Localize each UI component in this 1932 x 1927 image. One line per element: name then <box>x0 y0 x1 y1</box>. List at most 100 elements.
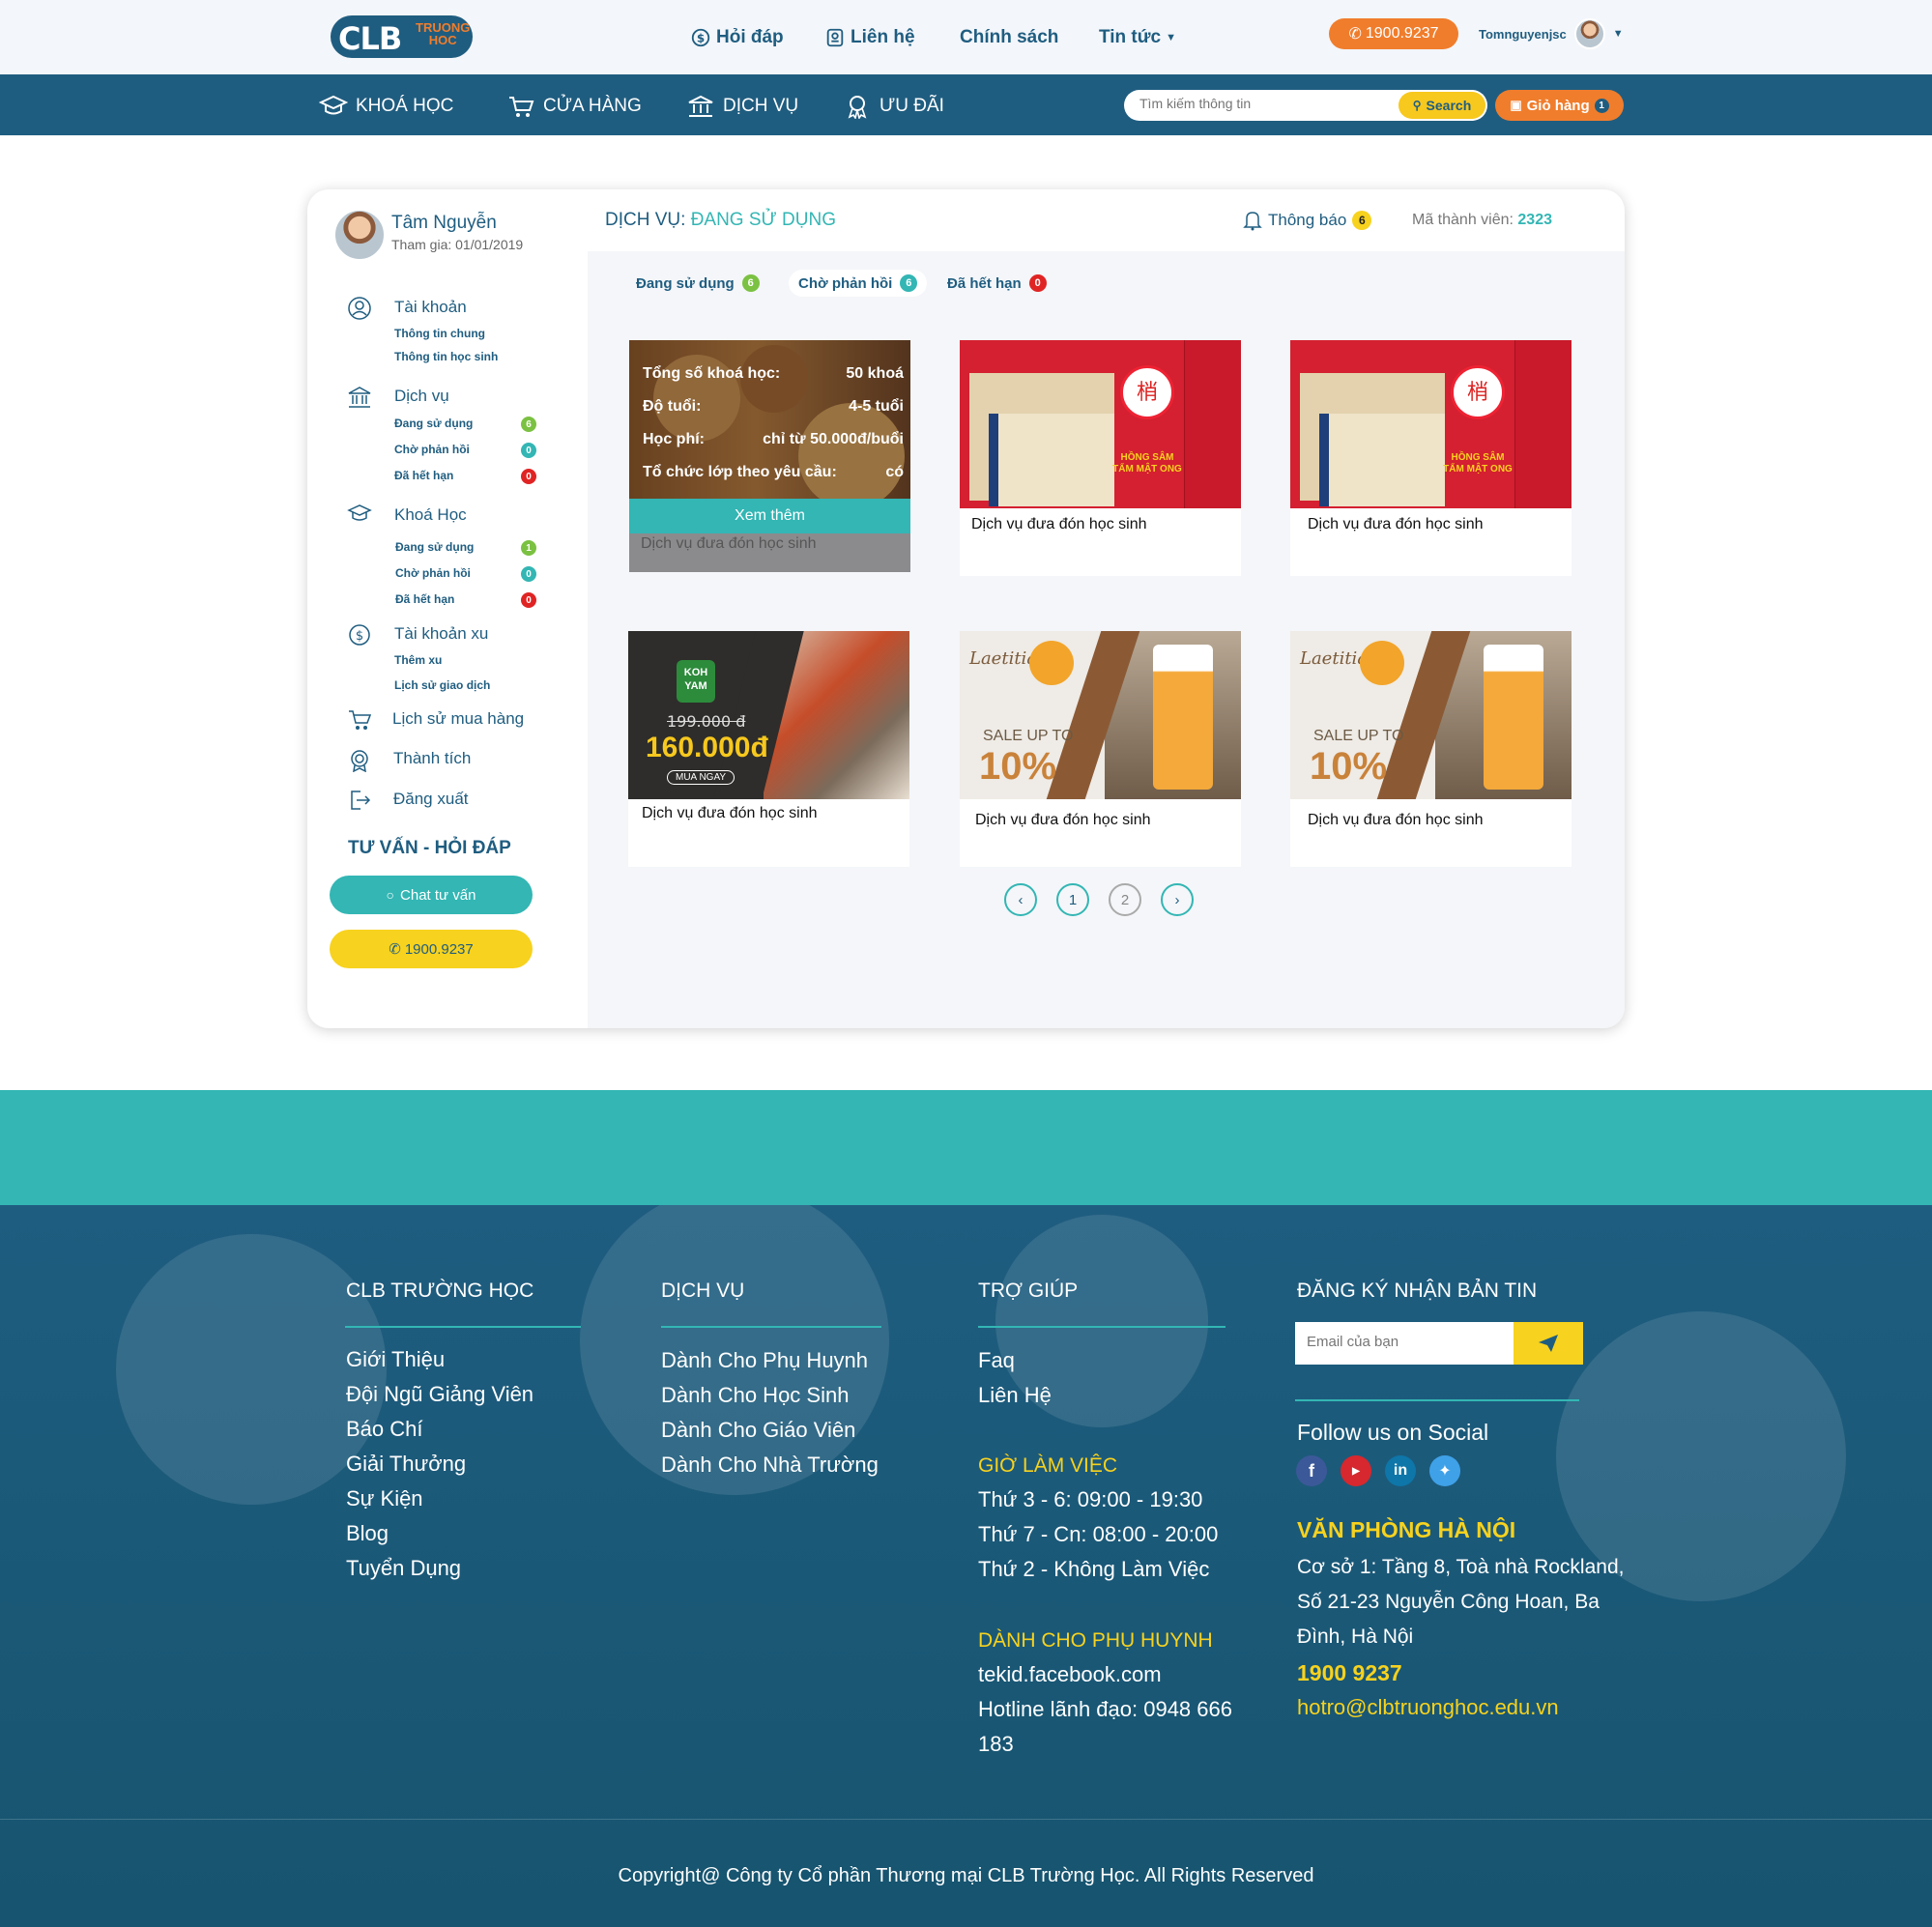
sidebar-services-active[interactable]: Đang sử dụng <box>394 417 473 430</box>
sidebar-courses-pending[interactable]: Chờ phản hồi <box>395 566 471 580</box>
facebook-icon[interactable]: f <box>1296 1455 1327 1486</box>
nav-policy[interactable]: Chính sách <box>960 25 1058 50</box>
chat-icon: ○ <box>386 887 395 903</box>
search-icon: ⚲ <box>1412 99 1422 112</box>
tab-pending[interactable]: Chờ phản hồi 6 <box>789 270 928 297</box>
sidebar-services-pending[interactable]: Chờ phản hồi <box>394 443 470 456</box>
chevron-right-icon: › <box>1174 891 1180 908</box>
footer-link[interactable]: Dành Cho Phụ Huynh <box>661 1343 868 1378</box>
footer-link[interactable]: Giới Thiệu <box>346 1342 445 1377</box>
sidebar-purchase-history[interactable]: Lịch sử mua hàng <box>392 709 524 729</box>
nav-courses[interactable]: KHOÁ HỌC <box>319 94 453 119</box>
user-menu[interactable]: Tomnguyenjsc ▼ <box>1479 18 1624 49</box>
cart-count-badge: 1 <box>1594 98 1609 113</box>
sidebar-account[interactable]: Tài khoản <box>394 298 467 317</box>
phone-icon: ✆ <box>1348 26 1362 43</box>
sidebar-transactions[interactable]: Lịch sử giao dịch <box>394 678 490 692</box>
notifications[interactable]: Thông báo 6 <box>1243 210 1372 231</box>
sidebar-services[interactable]: Dịch vụ <box>394 387 449 406</box>
footer-link[interactable]: Tuyển Dụng <box>346 1551 461 1586</box>
logout-icon <box>351 791 371 810</box>
footer-col1-title: CLB TRƯỜNG HỌC <box>346 1280 534 1302</box>
footer-link[interactable]: Liên Hệ <box>978 1378 1052 1413</box>
sidebar-general-info[interactable]: Thông tin chung <box>394 327 485 340</box>
sidebar-student-info[interactable]: Thông tin học sinh <box>394 350 498 363</box>
product-card[interactable]: 梢 HỒNG SÂM TẨM MẬT ONG Dịch vụ đưa đón h… <box>960 340 1241 576</box>
nav-contact[interactable]: Liên hệ <box>824 25 915 50</box>
sidebar-courses-expired[interactable]: Đã hết hạn <box>395 592 454 606</box>
search-bar: ⚲ Search <box>1124 90 1487 121</box>
footer-link[interactable]: Dành Cho Nhà Trường <box>661 1448 879 1482</box>
product-card[interactable]: 梢 HỒNG SÂM TẨM MẬT ONG Dịch vụ đưa đón h… <box>1290 340 1572 576</box>
linkedin-icon[interactable]: in <box>1385 1455 1416 1486</box>
footer-link[interactable]: Báo Chí <box>346 1412 423 1447</box>
search-button[interactable]: ⚲ Search <box>1399 92 1485 119</box>
nav-services[interactable]: DỊCH VỤ <box>686 94 798 119</box>
nav-faq[interactable]: $ Hỏi đáp <box>690 25 784 50</box>
sidebar-achievements[interactable]: Thành tích <box>393 749 471 768</box>
tab-expired[interactable]: Đã hết hạn 0 <box>937 270 1056 297</box>
tab-active[interactable]: Đang sử dụng 6 <box>626 270 769 297</box>
hotline-button[interactable]: ✆ 1900.9237 <box>1329 18 1458 49</box>
sidebar-add-coins[interactable]: Thêm xu <box>394 653 442 667</box>
contact-icon <box>826 28 844 47</box>
count-badge: 6 <box>521 417 536 432</box>
footer-link[interactable]: Giải Thưởng <box>346 1447 466 1481</box>
bank-icon <box>688 95 713 117</box>
bank-icon <box>348 387 371 408</box>
youtube-icon[interactable]: ▶ <box>1341 1455 1371 1486</box>
footer-link[interactable]: Dành Cho Học Sinh <box>661 1378 849 1413</box>
see-more-button[interactable]: Xem thêm <box>629 499 910 533</box>
office-email[interactable]: hotro@clbtruonghoc.edu.vn <box>1297 1695 1559 1720</box>
office-phone[interactable]: 1900 9237 <box>1297 1660 1402 1686</box>
product-card[interactable]: Laetitia SALE UP TO 10% Dịch vụ đưa đón … <box>960 631 1241 867</box>
product-card[interactable]: KOH YAM 199.000 đ 160.000đ MUA NGAY Dịch… <box>628 631 909 867</box>
product-caption: Dịch vụ đưa đón học sinh <box>975 812 1151 828</box>
sidebar-courses[interactable]: Khoá Học <box>394 505 467 525</box>
next-page-button[interactable]: › <box>1161 883 1194 916</box>
footer-link[interactable]: Dành Cho Giáo Viên <box>661 1413 855 1448</box>
nav-news[interactable]: Tin tức ▼ <box>1099 25 1176 50</box>
member-id: Mã thành viên: 2323 <box>1412 212 1552 228</box>
nav-offers[interactable]: ƯU ĐÃI <box>843 94 944 119</box>
product-card[interactable]: Laetitia SALE UP TO 10% Dịch vụ đưa đón … <box>1290 631 1572 867</box>
page-button[interactable]: 2 <box>1109 883 1141 916</box>
hotline-text: 183 <box>978 1732 1014 1756</box>
product-image: 梢 HỒNG SÂM TẨM MẬT ONG <box>960 340 1241 508</box>
hours-title: GIỜ LÀM VIỆC <box>978 1454 1118 1477</box>
username: Tomnguyenjsc <box>1479 26 1567 42</box>
question-icon: $ <box>691 28 710 47</box>
graduation-cap-icon <box>319 95 348 115</box>
twitter-icon[interactable]: ✦ <box>1429 1455 1460 1486</box>
page-button[interactable]: 1 <box>1056 883 1089 916</box>
footer-link[interactable]: Blog <box>346 1516 389 1551</box>
sidebar-coins[interactable]: Tài khoản xu <box>394 624 488 644</box>
count-badge: 0 <box>521 566 536 582</box>
sidebar-courses-active[interactable]: Đang sử dụng <box>395 540 474 554</box>
count-badge: 0 <box>521 469 536 484</box>
product-caption: Dịch vụ đưa đón học sinh <box>1308 516 1484 532</box>
hours-line: Thứ 7 - Cn: 08:00 - 20:00 <box>978 1522 1219 1546</box>
footer-link[interactable]: Sự Kiện <box>346 1481 423 1516</box>
nav-shop[interactable]: CỬA HÀNG <box>506 94 642 119</box>
subscribe-button[interactable] <box>1514 1322 1583 1365</box>
footer-col3-title: TRỢ GIÚP <box>978 1280 1079 1302</box>
footer-link[interactable]: Faq <box>978 1343 1015 1378</box>
ginseng-logo: 梢 <box>1120 365 1174 419</box>
divider <box>1295 1399 1579 1401</box>
cart-button[interactable]: ▣ Giỏ hàng 1 <box>1495 90 1624 121</box>
product-card[interactable]: Tổng số khoá học: 50 khoá Độ tuổi: 4-5 tuổ… <box>629 340 910 572</box>
call-button[interactable]: ✆ 1900.9237 <box>330 930 533 968</box>
sidebar-services-expired[interactable]: Đã hết hạn <box>394 469 453 482</box>
footer-link[interactable]: Đội Ngũ Giảng Viên <box>346 1377 533 1412</box>
faq-title: TƯ VẤN - HỎI ĐÁP <box>348 838 511 858</box>
chat-button[interactable]: ○ Chat tư vấn <box>330 876 533 914</box>
search-input[interactable] <box>1139 96 1391 111</box>
sidebar-logout[interactable]: Đăng xuất <box>393 790 469 809</box>
address-line: Số 21-23 Nguyễn Công Hoan, Ba <box>1297 1591 1600 1613</box>
logo[interactable]: CLB TRUONG HOC <box>331 15 473 58</box>
footer-link[interactable]: tekid.facebook.com <box>978 1657 1162 1692</box>
phone-icon: ✆ <box>389 941 401 958</box>
email-field[interactable] <box>1307 1334 1500 1350</box>
prev-page-button[interactable]: ‹ <box>1004 883 1037 916</box>
